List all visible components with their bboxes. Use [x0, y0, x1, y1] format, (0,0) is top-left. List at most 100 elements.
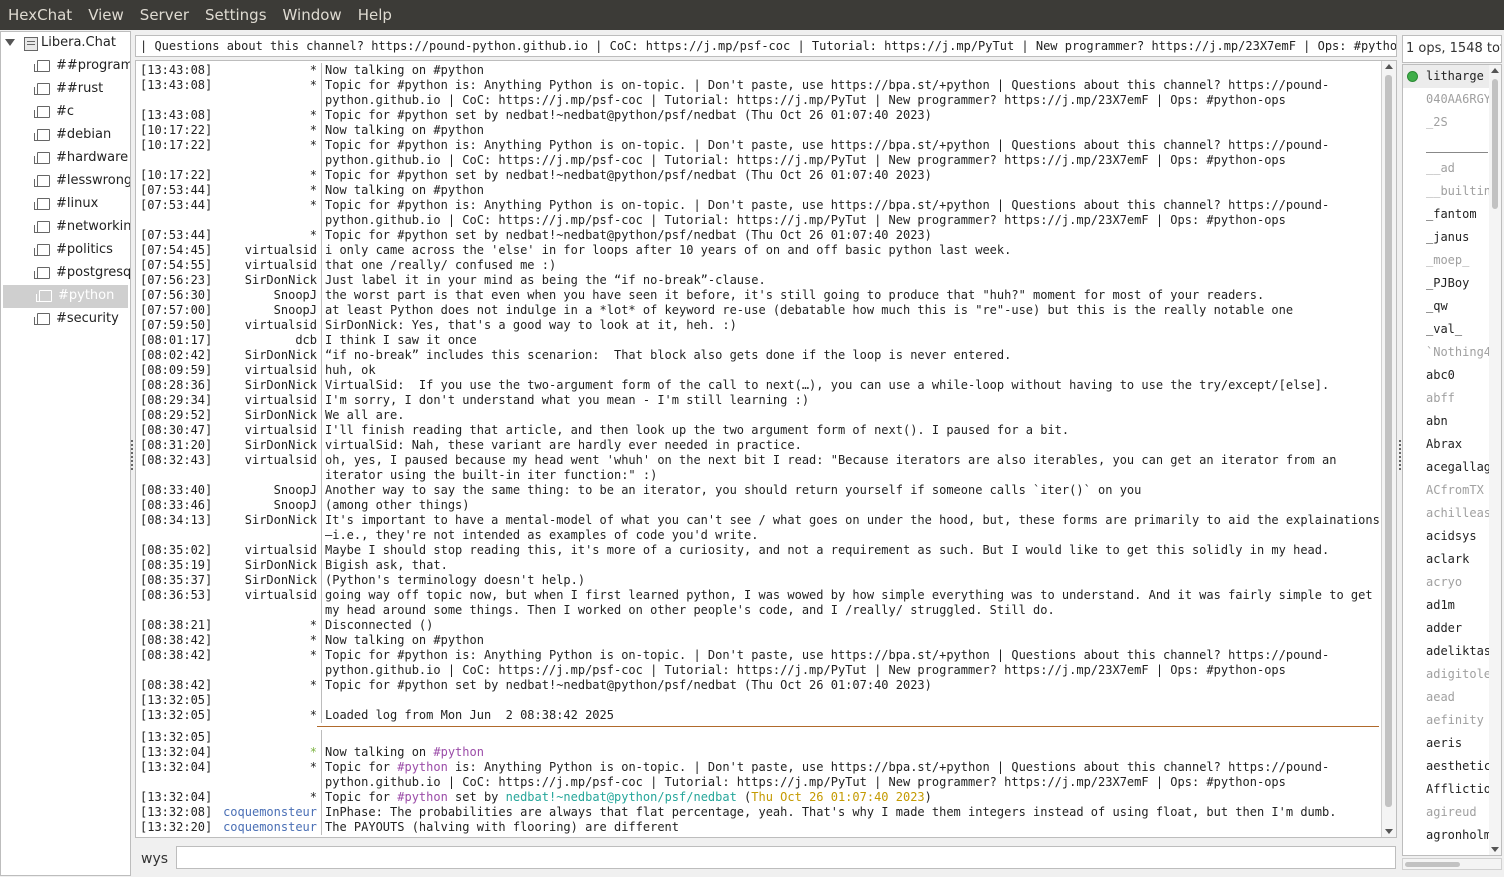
nick[interactable]: dcb	[215, 333, 322, 348]
nick[interactable]: *	[215, 123, 322, 138]
user-item[interactable]: ad1m	[1403, 594, 1501, 617]
nick[interactable]: *	[215, 745, 322, 760]
tree-channel-c[interactable]: #c	[1, 101, 130, 124]
user-item[interactable]: `Nothing4You	[1403, 341, 1501, 364]
user-list-hscrollbar[interactable]	[1402, 858, 1502, 870]
nick[interactable]: *	[215, 708, 322, 723]
nick[interactable]	[215, 730, 322, 745]
left-pane-grip[interactable]	[131, 440, 135, 470]
nick[interactable]: SirDonNick	[215, 513, 322, 543]
user-item[interactable]: acryo	[1403, 571, 1501, 594]
nick[interactable]: coquemonsteur	[215, 820, 322, 835]
menu-server[interactable]: Server	[132, 6, 197, 24]
nick[interactable]: *	[215, 138, 322, 168]
nick[interactable]: *	[215, 183, 322, 198]
chat-scrollbar-thumb[interactable]	[1385, 75, 1392, 807]
user-item[interactable]: _val_	[1403, 318, 1501, 341]
expander-icon[interactable]	[5, 39, 15, 46]
nick[interactable]: SirDonNick	[215, 348, 322, 363]
user-item[interactable]: _fantom	[1403, 203, 1501, 226]
scroll-up-icon[interactable]	[1491, 68, 1499, 73]
user-item[interactable]: adigitoleo	[1403, 663, 1501, 686]
nick[interactable]: virtualsid	[215, 453, 322, 483]
tree-channel-networking[interactable]: #networking	[1, 216, 130, 239]
user-item[interactable]: litharge	[1403, 65, 1501, 88]
nick[interactable]: SirDonNick	[215, 573, 322, 588]
tree-channel-security[interactable]: #security	[1, 308, 130, 331]
nick[interactable]: *	[215, 790, 322, 805]
user-item[interactable]: agronholm	[1403, 824, 1501, 847]
nick[interactable]: virtualsid	[215, 363, 322, 378]
nick[interactable]: *	[215, 108, 322, 123]
nick[interactable]: SnoopJ	[215, 303, 322, 318]
nick[interactable]: SirDonNick	[215, 378, 322, 393]
tree-channel-programming[interactable]: ##programming	[1, 55, 130, 78]
channel-link[interactable]: #python	[397, 760, 448, 774]
user-item[interactable]: aclark	[1403, 548, 1501, 571]
channel-link[interactable]: #python	[433, 745, 484, 759]
host-link[interactable]: nedbat!~nedbat@python/psf/nedbat	[506, 790, 737, 804]
nick[interactable]: virtualsid	[215, 543, 322, 558]
menu-window[interactable]: Window	[275, 6, 350, 24]
user-list[interactable]: litharge 040AA6RGY _2S __ad __builtins__ _fan…	[1402, 64, 1502, 856]
scroll-down-icon[interactable]	[1491, 847, 1499, 852]
nick[interactable]: coquemonsteur	[215, 805, 322, 820]
nick[interactable]: virtualsid	[215, 393, 322, 408]
user-item[interactable]: abn	[1403, 410, 1501, 433]
tree-channel-politics[interactable]: #politics	[1, 239, 130, 262]
nick[interactable]: SnoopJ	[215, 288, 322, 303]
nick[interactable]: *	[215, 168, 322, 183]
user-item[interactable]: _janus	[1403, 226, 1501, 249]
tree-channel-linux[interactable]: #linux	[1, 193, 130, 216]
user-item[interactable]: adder	[1403, 617, 1501, 640]
nick[interactable]: SirDonNick	[215, 273, 322, 288]
menu-settings[interactable]: Settings	[197, 6, 275, 24]
user-item[interactable]: _PJBoy	[1403, 272, 1501, 295]
user-item[interactable]: _moep_	[1403, 249, 1501, 272]
user-item[interactable]: acegallagher	[1403, 456, 1501, 479]
nick-button[interactable]: wys	[141, 851, 168, 867]
nick[interactable]	[215, 693, 322, 708]
user-item[interactable]: abff	[1403, 387, 1501, 410]
nick[interactable]: *	[215, 760, 322, 790]
menu-help[interactable]: Help	[350, 6, 400, 24]
user-list-scrollbar[interactable]	[1489, 65, 1501, 855]
user-list-hscrollbar-thumb[interactable]	[1405, 862, 1460, 867]
nick[interactable]: SnoopJ	[215, 498, 322, 513]
message-input[interactable]	[176, 846, 1396, 869]
nick[interactable]: *	[215, 618, 322, 633]
nick[interactable]: virtualsid	[215, 588, 322, 618]
user-item[interactable]: Abrax	[1403, 433, 1501, 456]
user-item[interactable]: Afflictio	[1403, 778, 1501, 801]
tree-channel-python[interactable]: #python	[3, 285, 128, 308]
topic-bar[interactable]: | Questions about this channel? https://…	[135, 35, 1397, 57]
nick[interactable]: virtualsid	[215, 243, 322, 258]
tree-channel-hardware[interactable]: #hardware	[1, 147, 130, 170]
user-item[interactable]: achilleas	[1403, 502, 1501, 525]
user-item[interactable]: adeliktas	[1403, 640, 1501, 663]
user-item[interactable]: agireud	[1403, 801, 1501, 824]
user-item[interactable]: aead	[1403, 686, 1501, 709]
channel-link[interactable]: #python	[397, 790, 448, 804]
nick[interactable]: *	[215, 228, 322, 243]
nick[interactable]: *	[215, 78, 322, 108]
user-item[interactable]: __ad	[1403, 157, 1501, 180]
user-item[interactable]: abc0	[1403, 364, 1501, 387]
chat-scrollbar[interactable]	[1381, 61, 1396, 837]
user-item[interactable]: aeris	[1403, 732, 1501, 755]
user-item[interactable]: ACfromTX	[1403, 479, 1501, 502]
nick[interactable]: *	[215, 63, 322, 78]
scroll-up-icon[interactable]	[1385, 64, 1393, 69]
nick[interactable]: virtualsid	[215, 258, 322, 273]
nick[interactable]: *	[215, 648, 322, 678]
nick[interactable]: *	[215, 198, 322, 228]
user-item[interactable]: _qw	[1403, 295, 1501, 318]
scroll-down-icon[interactable]	[1385, 829, 1393, 834]
menu-hexchat[interactable]: HexChat	[0, 6, 80, 24]
user-item[interactable]: aefinity	[1403, 709, 1501, 732]
nick[interactable]: virtualsid	[215, 318, 322, 333]
user-item[interactable]: aesthetic	[1403, 755, 1501, 778]
nick[interactable]: *	[215, 678, 322, 693]
tree-channel-rust[interactable]: ##rust	[1, 78, 130, 101]
tree-channel-postgresql[interactable]: #postgresql	[1, 262, 130, 285]
